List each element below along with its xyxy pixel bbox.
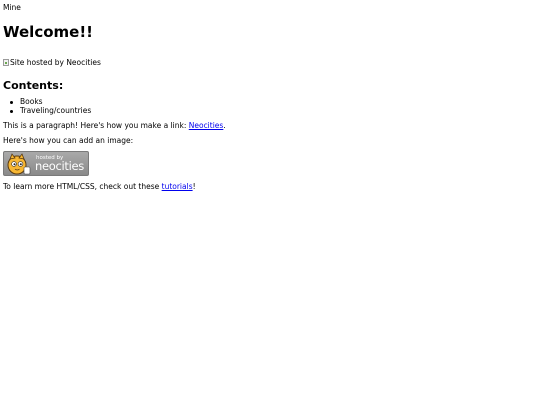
link-paragraph-text: This is a paragraph! Here's how you make…	[3, 121, 189, 130]
learn-more-text: To learn more HTML/CSS, check out these	[3, 182, 162, 191]
list-item: Traveling/countries	[10, 106, 537, 116]
list-item: Books	[10, 97, 537, 107]
broken-image-icon	[3, 59, 9, 66]
page-title: Welcome!!	[3, 23, 94, 41]
learn-more-paragraph: To learn more HTML/CSS, check out these …	[3, 182, 537, 191]
neocities-link[interactable]: Neocities	[189, 121, 224, 130]
image-hint-text: Here's how you can add an image:	[3, 136, 134, 145]
hosted-by-image-alt-text: Site hosted by Neocities	[10, 58, 101, 67]
page-body: Mine Welcome!! Site hosted by Neocities …	[0, 0, 540, 405]
tutorials-link[interactable]: tutorials	[162, 182, 193, 191]
top-text: Mine	[3, 3, 21, 12]
badge-brand-text: neocities	[35, 159, 84, 173]
link-paragraph: This is a paragraph! Here's how you make…	[3, 121, 537, 130]
neocities-badge-image: hosted by neocities	[3, 151, 89, 176]
hosted-by-image: Site hosted by Neocities	[3, 58, 101, 67]
link-paragraph-end: .	[223, 121, 226, 130]
contents-list: Books Traveling/countries	[3, 97, 537, 116]
neocities-cat-icon	[7, 153, 31, 175]
contents-heading: Contents:	[3, 79, 64, 92]
learn-more-end: !	[192, 182, 196, 191]
